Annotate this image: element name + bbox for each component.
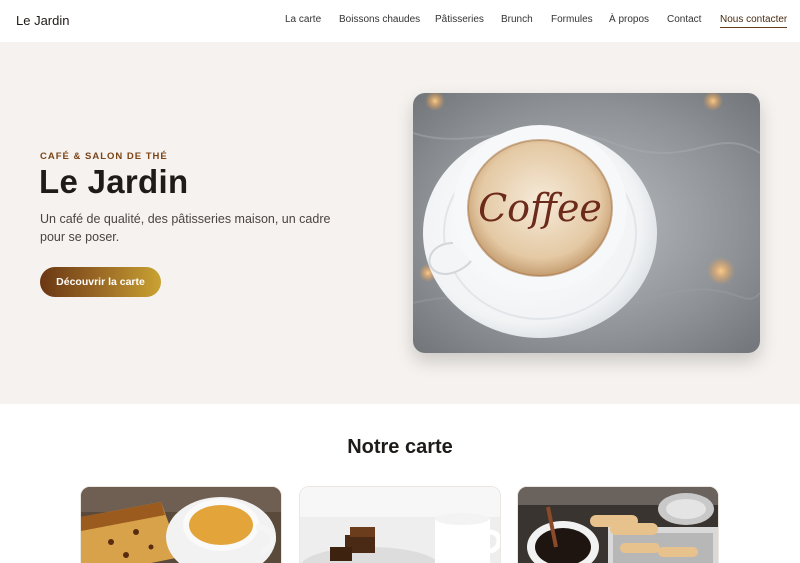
site-header: Le Jardin La carte Boissons chaudes Pâti… [0,0,800,42]
hero-title: Le Jardin [39,163,189,200]
coffee-cake-photo [300,487,500,563]
menu-section-title: Notre carte [347,436,453,458]
menu-card-coffee-cake[interactable] [299,486,501,563]
main-nav: La carte Boissons chaudes Pâtisseries Br… [0,14,800,30]
coffee-cup-illustration: Coffee [413,93,760,353]
hero-eyebrow: CAFÉ & SALON DE THÉ [40,151,168,162]
menu-card-tea-cake[interactable] [80,486,282,563]
nav-item-la-carte[interactable]: La carte [285,14,321,25]
hero-coffee-photo: Coffee [413,93,760,353]
tea-cake-photo [81,487,281,563]
tiramisu-prep-photo [518,487,718,563]
nav-item-formules[interactable]: Formules [551,14,593,25]
hero-description: Un café de qualité, des pâtisseries mais… [40,212,331,244]
nav-item-patisseries[interactable]: Pâtisseries [435,14,484,25]
nav-item-brunch[interactable]: Brunch [501,14,533,25]
nav-item-boissons-chaudes[interactable]: Boissons chaudes [339,14,420,25]
menu-card-tiramisu[interactable] [517,486,719,563]
hero-section: CAFÉ & SALON DE THÉ Le Jardin Un café de… [0,42,800,404]
nav-item-contact[interactable]: Contact [667,14,701,25]
discover-menu-button[interactable]: Découvrir la carte [40,267,161,297]
nav-item-a-propos[interactable]: À propos [609,14,649,25]
nav-contact-cta[interactable]: Nous contacter [720,14,788,28]
latte-art-text: Coffee [478,186,602,230]
